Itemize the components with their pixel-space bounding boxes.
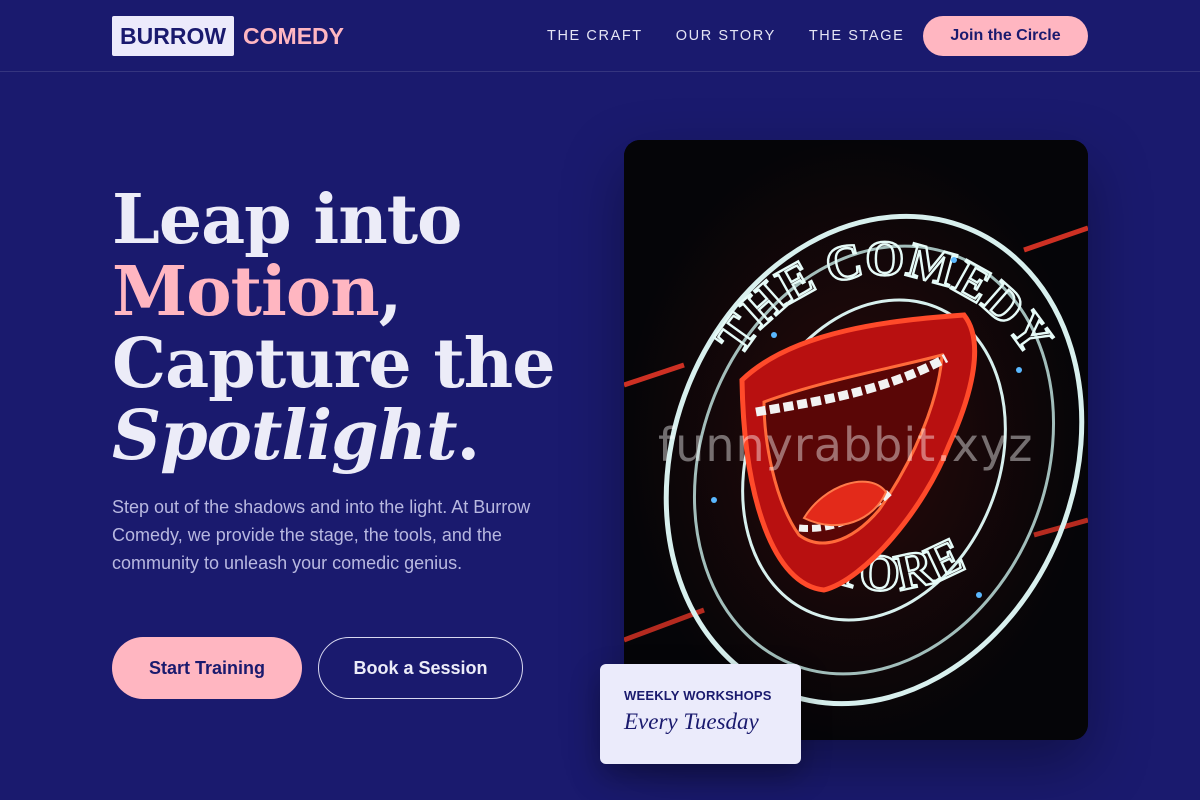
logo-box: BURROW: [112, 16, 235, 56]
headline-line-3: Capture the: [112, 324, 555, 404]
workshop-card: WEEKLY WORKSHOPS Every Tuesday: [600, 664, 801, 764]
nav-link-the-craft[interactable]: THE CRAFT: [547, 28, 643, 44]
hero-subtitle: Step out of the shadows and into the lig…: [112, 497, 531, 573]
top-nav: BURROW COMEDY THE CRAFT OUR STORY THE ST…: [0, 0, 1200, 72]
hero-headline: Leap into Motion, Capture the Spotlight.: [112, 184, 582, 472]
logo-word: COMEDY: [243, 22, 344, 49]
join-circle-button[interactable]: Join the Circle: [923, 16, 1088, 56]
headline-period: .: [456, 396, 480, 476]
workshop-label: WEEKLY WORKSHOPS: [624, 688, 772, 703]
headline-comma: ,: [378, 252, 403, 332]
logo[interactable]: BURROW COMEDY: [112, 16, 344, 56]
nav-link-the-stage[interactable]: THE STAGE: [809, 28, 905, 44]
book-session-button[interactable]: Book a Session: [318, 637, 523, 699]
headline-italic: Spotlight: [112, 396, 457, 476]
nav-link-our-story[interactable]: OUR STORY: [676, 28, 776, 44]
headline-line-1: Leap into: [112, 180, 462, 260]
headline-highlight: Motion: [112, 252, 380, 332]
nav-links: THE CRAFT OUR STORY THE STAGE: [547, 0, 937, 72]
watermark-text: funnyrabbit.xyz: [658, 418, 1034, 472]
start-training-button[interactable]: Start Training: [112, 637, 302, 699]
workshop-day: Every Tuesday: [624, 709, 759, 734]
